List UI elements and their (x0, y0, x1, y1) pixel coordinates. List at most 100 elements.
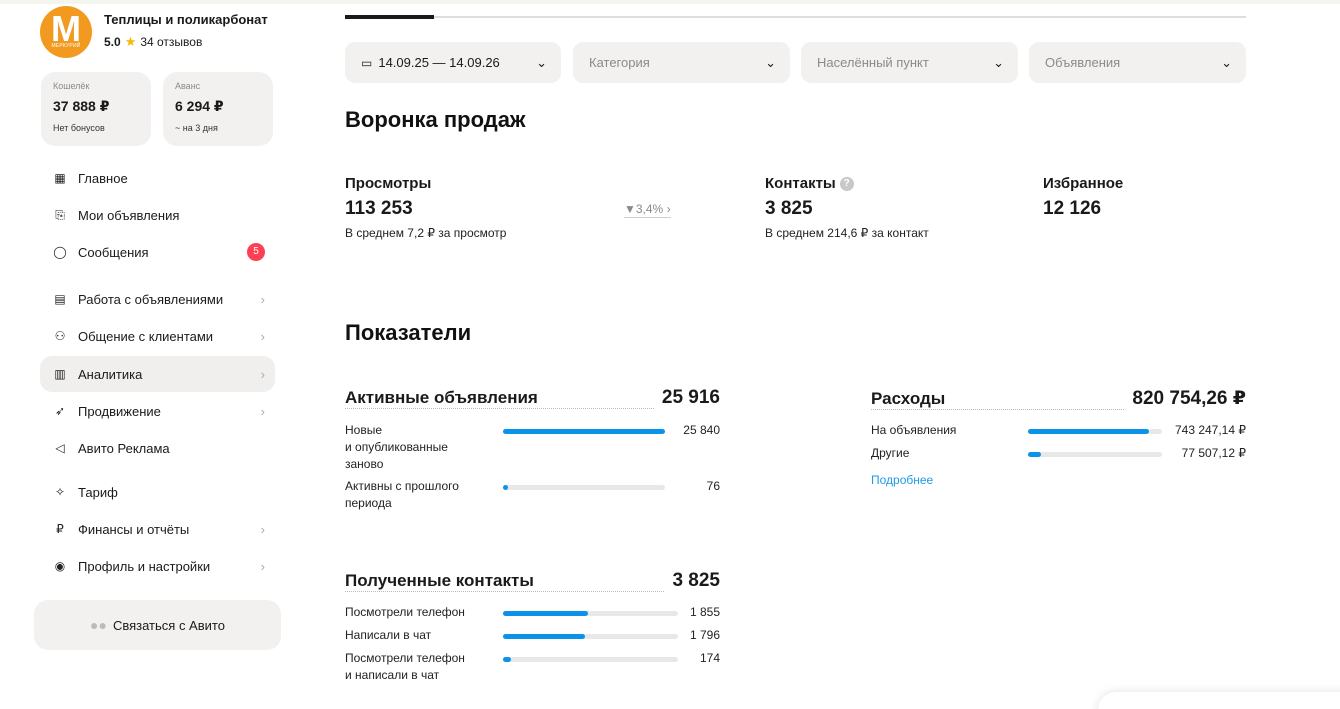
chevron-down-icon: ⌄ (765, 54, 776, 70)
contacts-received-header[interactable]: Полученные контакты 3 825 (345, 570, 720, 592)
contact-avito-button[interactable]: ●● Связаться с Авито (34, 600, 281, 650)
rocket-icon: ➶ (54, 404, 66, 418)
category-select[interactable]: Категория ⌄ (573, 42, 790, 83)
category-placeholder: Категория (589, 55, 650, 70)
chevron-right-icon: › (260, 403, 265, 419)
chevron-down-icon: ⌄ (993, 54, 1004, 70)
locality-placeholder: Населённый пункт (817, 55, 929, 70)
sidebar-item-finance[interactable]: ₽ Финансы и отчёты › (40, 511, 275, 547)
brand-rating[interactable]: 5.0 ★ 34 отзывов (104, 34, 268, 50)
expenses-value: 820 754,26 ₽ (1132, 388, 1246, 409)
filters-bar: ▭ 14.09.25 — 14.09.26 ⌄ Категория ⌄ Насе… (345, 42, 1246, 83)
sidebar-item-clients[interactable]: ⚇ Общение с клиентами › (40, 318, 275, 354)
metric-bar (503, 634, 678, 639)
wallet-card[interactable]: Кошелёк 37 888 ₽ Нет бонусов (41, 72, 151, 146)
chevron-right-icon: › (260, 558, 265, 574)
sidebar-item-tariff[interactable]: ✧ Тариф (40, 474, 275, 510)
ads-work-icon: ▤ (54, 292, 66, 306)
chat-icon: ◯ (53, 245, 67, 259)
floating-widget[interactable] (1098, 692, 1340, 709)
rating-score: 5.0 (104, 35, 121, 49)
sidebar-item-messages[interactable]: ◯ Сообщения 5 (40, 234, 275, 270)
ads-placeholder: Объявления (1045, 55, 1121, 70)
brand-name[interactable]: Теплицы и поликарбонат (104, 12, 268, 27)
logo-subtext: МЕРКУРИЙ (51, 43, 81, 49)
metric-bar (503, 485, 665, 490)
calendar-icon: ▭ (361, 55, 373, 70)
sidebar-item-label: Авито Реклама (78, 440, 170, 456)
metric-value: 743 247,14 ₽ (1174, 423, 1246, 437)
profile-icon: ◉ (54, 559, 66, 573)
sidebar-item-label: Сообщения (78, 244, 149, 260)
ads-select[interactable]: Объявления ⌄ (1029, 42, 1246, 83)
metric-row: Другие 77 507,12 ₽ (871, 445, 1246, 463)
metric-label: Посмотрели телефон и написали в чат (345, 651, 465, 682)
metric-value: 1 796 (689, 628, 720, 642)
sidebar-item-my-ads[interactable]: ⎘ Мои объявления (40, 197, 275, 233)
sidebar-item-analytics[interactable]: ▥ Аналитика › (40, 356, 275, 392)
sidebar-item-label: Тариф (78, 484, 118, 500)
support-icon: ●● (90, 617, 107, 633)
advance-card[interactable]: Аванс 6 294 ₽ ~ на 3 дня (163, 72, 273, 146)
metric-bar (503, 611, 678, 616)
tariff-icon: ✧ (54, 485, 66, 499)
listing-icon: ⎘ (55, 207, 65, 222)
favorites-title: Избранное (1043, 175, 1124, 192)
chevron-right-icon: › (260, 366, 265, 382)
views-trend-link[interactable]: ▼3,4% › (624, 202, 671, 218)
sidebar: M МЕРКУРИЙ Теплицы и поликарбонат 5.0 ★ … (34, 0, 284, 709)
sidebar-item-label: Мои объявления (78, 207, 180, 223)
wallet-amount: 37 888 ₽ (53, 98, 110, 114)
expenses-more-link[interactable]: Подробнее (871, 473, 933, 487)
metric-row: На объявления 743 247,14 ₽ (871, 422, 1246, 440)
advance-amount: 6 294 ₽ (175, 98, 224, 114)
ruble-icon: ₽ (56, 522, 64, 536)
favorites-block: Избранное 12 126 (1043, 175, 1123, 220)
tab-active-indicator[interactable] (345, 15, 434, 19)
sidebar-item-label: Работа с объявлениями (78, 291, 224, 307)
advance-note: ~ на 3 дня (175, 123, 218, 133)
grid-icon: ▦ (54, 171, 66, 185)
help-icon[interactable]: ? (839, 176, 854, 191)
metric-bar-fill (503, 657, 511, 662)
wallet-note: Нет бонусов (53, 123, 105, 133)
star-icon: ★ (124, 34, 137, 49)
sidebar-item-label: Профиль и настройки (78, 558, 211, 574)
contact-avito-label: Связаться с Авито (112, 617, 225, 633)
metric-label: Новые и опубликованные заново (345, 423, 448, 471)
locality-select[interactable]: Населённый пункт ⌄ (801, 42, 1018, 83)
active-ads-header[interactable]: Активные объявления 25 916 (345, 387, 720, 409)
contacts-sub: В среднем 214,6 ₽ за контакт (765, 226, 929, 240)
views-title: Просмотры (345, 175, 432, 192)
metric-label: Написали в чат (345, 628, 432, 642)
chevron-right-icon: › (260, 521, 265, 537)
metric-label: Посмотрели телефон (345, 605, 465, 619)
chevron-down-icon: ⌄ (536, 54, 547, 70)
metric-value: 1 855 (689, 605, 720, 619)
metric-row: Активны с прошлого периода 76 (345, 478, 720, 514)
sidebar-item-promotion[interactable]: ➶ Продвижение › (40, 393, 275, 429)
metric-value: 174 (699, 651, 720, 665)
brand[interactable]: M МЕРКУРИЙ Теплицы и поликарбонат 5.0 ★ … (40, 6, 268, 58)
date-range-value: 14.09.25 — 14.09.26 (378, 55, 500, 70)
date-range-select[interactable]: ▭ 14.09.25 — 14.09.26 ⌄ (345, 42, 561, 83)
contacts-value: 3 825 (765, 198, 813, 219)
expenses-header[interactable]: Расходы 820 754,26 ₽ (871, 387, 1246, 410)
tab-bar (345, 15, 1246, 19)
advance-label: Аванс (175, 81, 201, 91)
sidebar-item-avito-ads[interactable]: ◁ Авито Реклама (40, 430, 275, 466)
metric-bar (503, 657, 678, 662)
sidebar-item-main[interactable]: ▦ Главное (40, 160, 275, 196)
contacts-received-title: Полученные контакты (345, 571, 665, 592)
indicators-title: Показатели (345, 320, 472, 345)
active-ads-title: Активные объявления (345, 388, 654, 409)
sidebar-item-label: Аналитика (78, 366, 143, 382)
contacts-received-value: 3 825 (672, 570, 720, 591)
sidebar-item-profile[interactable]: ◉ Профиль и настройки › (40, 548, 275, 584)
metric-row: Посмотрели телефон и написали в чат 174 (345, 650, 720, 686)
contacts-title: Контакты (765, 175, 836, 192)
metric-label: Другие (871, 446, 910, 460)
favorites-value: 12 126 (1043, 198, 1102, 219)
sidebar-item-ads-work[interactable]: ▤ Работа с объявлениями › (40, 281, 275, 317)
metric-bar (1028, 452, 1162, 457)
